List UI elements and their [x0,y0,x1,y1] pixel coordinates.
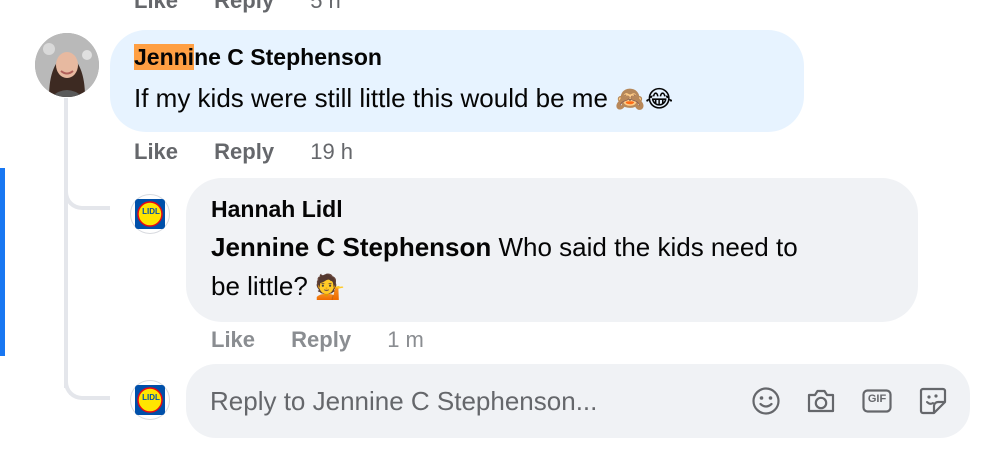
reply-actions: Like Reply 1 m [211,327,424,353]
timestamp[interactable]: 1 m [387,327,424,352]
timestamp[interactable]: 5 h [310,0,341,13]
reply-input[interactable]: Reply to Jennine C Stephenson... GIF [186,364,970,438]
reply-link[interactable]: Reply [291,327,351,352]
thread-curve-2 [64,366,110,400]
reply-text-part-2: be little? [211,271,308,301]
thread-line-vertical [64,98,68,388]
author-name-rest: ne C Stephenson [194,44,382,70]
reply-text-line-1: Jennine C Stephenson Who said the kids n… [211,227,798,267]
avatar[interactable]: LIDL [130,194,170,234]
comment-actions: Like Reply 19 h [134,139,353,165]
reply-text-part-1: Who said the kids need to [491,232,798,262]
reply-link[interactable]: Reply [214,0,274,13]
timestamp[interactable]: 19 h [310,139,353,164]
person-tipping-hand-emoji: 💁 [315,274,345,301]
smiley-icon[interactable] [748,383,784,419]
previous-comment-actions: Like Reply 5 h [134,0,341,14]
tears-of-joy-emoji: 😂 [645,86,674,113]
see-no-evil-monkey-emoji: 🙈 [615,86,646,113]
thread-curve-1 [64,176,110,210]
lidl-logo-text: LIDL [142,207,160,216]
reply-mention[interactable]: Jennine C Stephenson [211,232,491,262]
avatar[interactable] [35,33,99,97]
thread-accent-bar [0,168,5,356]
reply-text-line-2: be little? 💁 [211,266,345,308]
reply-input-placeholder: Reply to Jennine C Stephenson... [210,386,598,416]
avatar[interactable]: LIDL [130,380,170,420]
reply-link[interactable]: Reply [214,139,274,164]
camera-icon[interactable] [803,383,839,419]
reply-author[interactable]: Hannah Lidl [211,196,343,223]
like-link[interactable]: Like [134,139,178,164]
gif-icon[interactable]: GIF [859,383,895,419]
like-link[interactable]: Like [134,0,178,13]
comment-text-line: If my kids were still little this would … [134,78,673,120]
comment-bubble: Jennine C Stephenson If my kids were sti… [110,30,804,132]
comment-text: If my kids were still little this would … [134,83,608,113]
reply-bubble: Hannah Lidl Jennine C Stephenson Who sai… [186,178,918,322]
profile-photo-icon [35,33,99,97]
author-search-highlight: Jenni [134,44,195,70]
lidl-logo-text: LIDL [142,393,160,402]
gif-label: GIF [867,393,887,405]
like-link[interactable]: Like [211,327,255,352]
sticker-icon[interactable] [915,383,951,419]
comment-author[interactable]: Jennine C Stephenson [134,44,382,71]
